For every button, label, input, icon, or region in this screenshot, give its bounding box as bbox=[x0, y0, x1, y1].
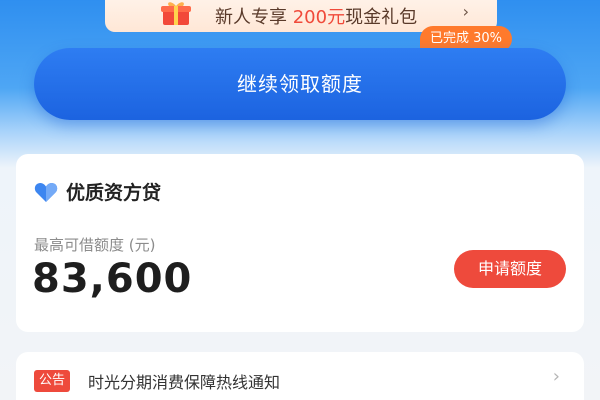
loan-card: 优质资方贷 最高可借额度 (元) 83,600 申请额度 bbox=[16, 154, 584, 332]
promo-text: 新人专享 200元现金礼包 bbox=[215, 7, 418, 28]
gift-icon bbox=[161, 2, 191, 25]
chevron-right-icon: › bbox=[552, 366, 560, 387]
apply-limit-button[interactable]: 申请额度 bbox=[454, 250, 566, 288]
continue-claim-button[interactable]: 继续领取额度 bbox=[34, 48, 566, 120]
limit-label: 最高可借额度 (元) bbox=[34, 236, 156, 254]
heart-icon bbox=[34, 182, 58, 202]
notice-tag: 公告 bbox=[34, 370, 71, 392]
notice-bar[interactable]: 公告 时光分期消费保障热线通知 › bbox=[16, 352, 584, 400]
loan-product-title: 优质资方贷 bbox=[66, 182, 162, 204]
promo-amount: 200元 bbox=[292, 7, 346, 28]
loan-card-header: 优质资方贷 bbox=[34, 178, 161, 205]
notice-message: 时光分期消费保障热线通知 bbox=[88, 373, 281, 392]
limit-amount: 83,600 bbox=[32, 256, 193, 302]
chevron-right-icon: › bbox=[462, 2, 469, 21]
